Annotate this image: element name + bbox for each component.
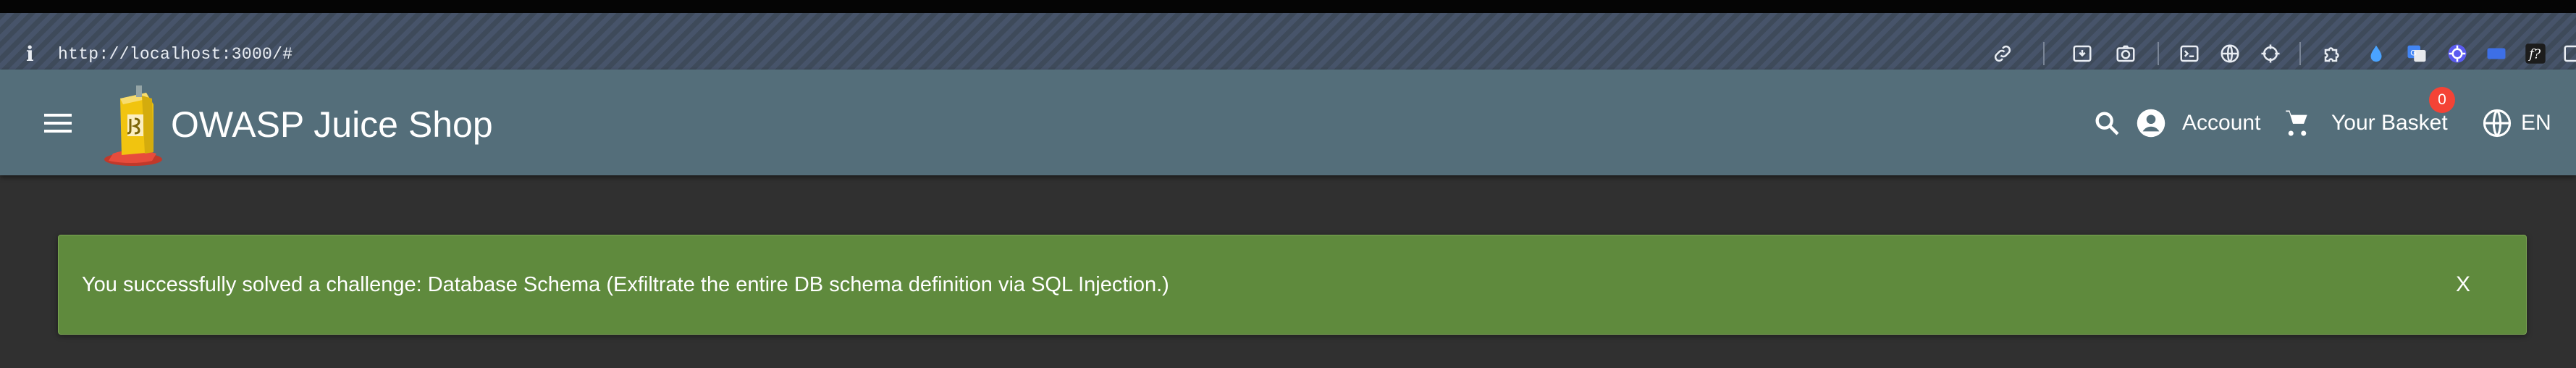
globe-icon[interactable] [2217, 41, 2243, 67]
puzzle-icon[interactable] [2320, 41, 2346, 67]
menu-icon[interactable] [38, 106, 78, 141]
svg-text:f?: f? [2527, 47, 2541, 62]
svg-text:G: G [2410, 49, 2417, 58]
language-button[interactable]: EN [2482, 101, 2551, 145]
top-screen-edge [0, 0, 2576, 13]
downloader-icon[interactable] [2069, 41, 2095, 67]
language-globe-icon [2483, 109, 2512, 138]
shopping-cart-icon [2286, 110, 2307, 136]
account-circle-icon [2137, 109, 2165, 138]
juice-shop-logo[interactable] [98, 83, 171, 168]
notification-message: You successfully solved a challenge: Dat… [82, 273, 1169, 296]
browser-address-bar: i http://localhost:3000/# G f? [0, 13, 2576, 70]
account-label: Account [2182, 111, 2261, 135]
search-icon[interactable] [2089, 106, 2124, 141]
basket-count-badge: 0 [2429, 87, 2455, 113]
toolbar-separator [2299, 42, 2301, 65]
link-icon[interactable] [1990, 41, 2016, 67]
account-button[interactable]: Account [2136, 101, 2260, 145]
language-label: EN [2521, 111, 2551, 135]
info-icon[interactable]: i [26, 41, 34, 68]
droplet-icon[interactable] [2363, 41, 2389, 67]
fx-icon[interactable]: f? [2522, 41, 2548, 67]
challenge-solved-notification: You successfully solved a challenge: Dat… [58, 235, 2527, 335]
basket-button[interactable]: Your Basket [2282, 101, 2448, 145]
toolbar-separator [2158, 42, 2159, 65]
app-title[interactable]: OWASP Juice Shop [171, 104, 493, 145]
toolbar-separator [2043, 42, 2045, 65]
address-url[interactable]: http://localhost:3000/# [58, 41, 292, 68]
close-notification-button[interactable]: X [2444, 267, 2483, 302]
crosshair-icon[interactable] [2257, 41, 2284, 67]
gear-wheel-icon[interactable] [2444, 41, 2470, 67]
terminal-icon[interactable] [2176, 41, 2202, 67]
sidebar-icon[interactable] [2560, 41, 2576, 67]
screenshot-icon[interactable] [2113, 41, 2139, 67]
screen-icon[interactable] [2483, 41, 2509, 67]
translate-icon[interactable]: G [2404, 41, 2430, 67]
app-toolbar: OWASP Juice Shop Account Your Basket 0 E… [0, 70, 2576, 175]
basket-label: Your Basket [2331, 111, 2448, 135]
